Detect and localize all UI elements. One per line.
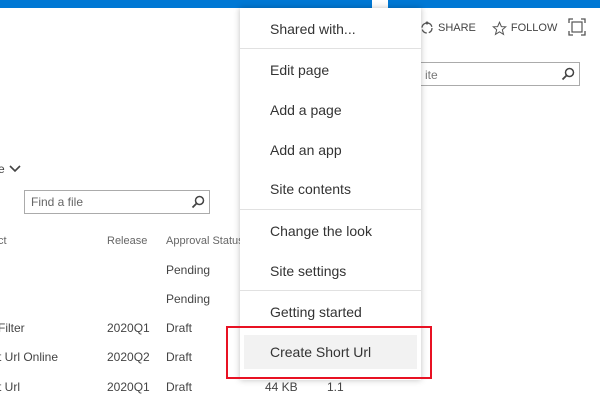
focus-icon [568,18,586,36]
find-file-input[interactable] [25,191,185,213]
view-selector[interactable]: e [0,162,21,176]
row-5-size: 44 KB [265,380,298,394]
menu-item-add-an-app[interactable]: Add an app [240,133,421,167]
menu-item-add-a-page[interactable]: Add a page [240,93,421,127]
row-4-release: 2020Q2 [107,350,150,364]
row-3-name[interactable]: Filter [0,321,25,335]
column-header-approval-status[interactable]: Approval Status [166,235,244,247]
menu-item-site-settings[interactable]: Site settings [240,254,421,288]
search-icon[interactable] [191,195,205,209]
star-icon [491,20,507,36]
share-label: SHARE [438,22,476,34]
site-search-box[interactable]: ite [400,62,580,86]
chevron-down-icon [9,165,21,173]
menu-divider [240,290,421,291]
follow-label: FOLLOW [510,22,558,34]
settings-gear-slot [372,0,388,8]
row-3-release: 2020Q1 [107,321,150,335]
row-4-status: Draft [166,350,193,364]
row-4-name[interactable]: t Url Online [0,350,58,364]
row-1-status: Pending [166,263,211,277]
focus-content-button[interactable] [568,18,586,41]
column-header-release[interactable]: Release [107,235,147,247]
follow-button[interactable]: FOLLOW [491,20,558,36]
share-icon [421,21,433,34]
share-button[interactable]: SHARE [420,21,476,35]
menu-item-shared-with[interactable]: Shared with... [240,12,421,46]
menu-divider [240,209,421,210]
menu-item-edit-page[interactable]: Edit page [240,53,421,87]
page-actions: SHARE FOLLOW [420,18,573,38]
column-header-product[interactable]: ct [0,235,7,247]
search-icon[interactable] [561,67,575,81]
settings-menu: Shared with... Edit page Add a page Add … [240,8,421,380]
row-2-status: Pending [166,292,211,306]
menu-divider [240,48,421,49]
view-selector-label: e [0,162,5,176]
suite-bar [0,0,600,8]
find-file-box [24,190,210,214]
site-search-placeholder: ite [425,68,438,82]
row-3-status: Draft [166,321,193,335]
row-5-release: 2020Q1 [107,380,150,394]
highlight-annotation-box [226,326,432,379]
row-5-status: Draft [166,380,193,394]
menu-item-site-contents[interactable]: Site contents [240,172,421,206]
menu-item-change-the-look[interactable]: Change the look [240,214,421,248]
row-5-name[interactable]: t Url [0,380,20,394]
menu-item-getting-started[interactable]: Getting started [240,295,421,329]
row-5-version: 1.1 [327,380,344,394]
